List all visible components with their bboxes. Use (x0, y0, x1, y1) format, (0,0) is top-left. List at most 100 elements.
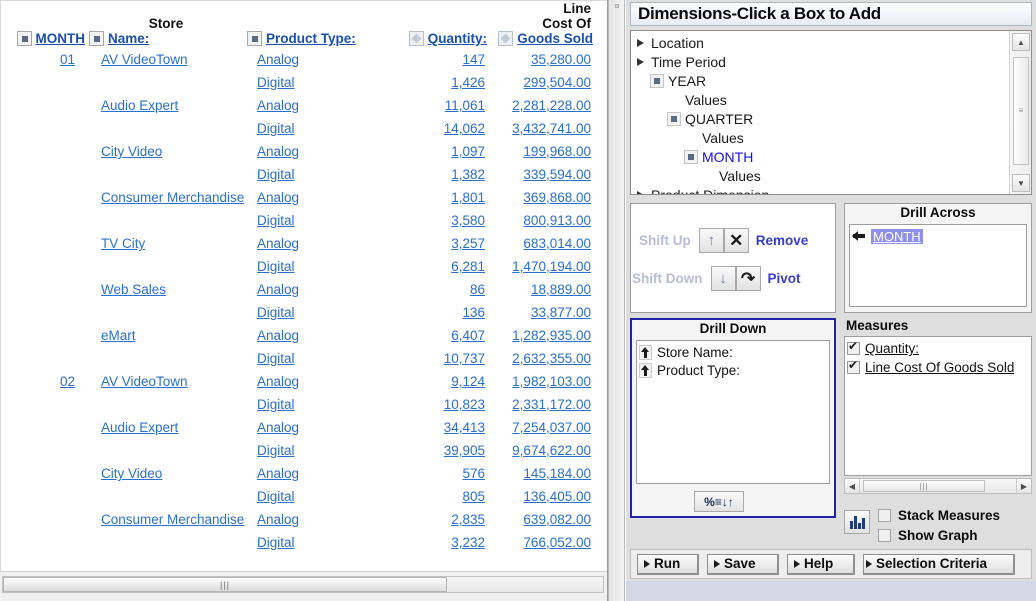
show-graph-checkbox[interactable] (878, 529, 891, 542)
measure-item[interactable]: Quantity: (847, 339, 1029, 358)
cell-quantity-link[interactable]: 39,905 (444, 443, 485, 458)
measures-horizontal-scrollbar[interactable]: ◀ ||| ▶ (844, 478, 1032, 494)
cell-product-type-link[interactable]: Analog (257, 52, 299, 67)
cell-quantity-link[interactable]: 3,257 (451, 236, 485, 251)
cell-product-type-link[interactable]: Analog (257, 190, 299, 205)
cell-store-name-link[interactable]: City Video (101, 466, 162, 481)
measure-diamond-icon[interactable] (409, 31, 424, 46)
cell-cogs-link[interactable]: 683,014.00 (523, 236, 591, 251)
dimension-box-icon[interactable] (650, 74, 664, 88)
selection-criteria-button[interactable]: Selection Criteria (863, 554, 1015, 575)
cell-store-name-link[interactable]: eMart (101, 328, 136, 343)
report-horizontal-scrollbar[interactable]: ||| (0, 571, 608, 601)
cell-cogs-link[interactable]: 369,868.00 (523, 190, 591, 205)
show-graph-row[interactable]: Show Graph (878, 528, 978, 543)
scroll-down-icon[interactable]: ▼ (1012, 174, 1030, 192)
bar-chart-icon[interactable] (844, 510, 870, 534)
pivot-icon[interactable]: ↷ (736, 266, 761, 291)
cell-cogs-link[interactable]: 3,432,741.00 (512, 121, 591, 136)
splitter-grip[interactable] (615, 4, 619, 8)
cell-product-type-link[interactable]: Analog (257, 282, 299, 297)
cell-cogs-link[interactable]: 7,254,037.00 (512, 420, 591, 435)
cell-store-name-link[interactable]: City Video (101, 144, 162, 159)
cell-cogs-link[interactable]: 18,889.00 (531, 282, 591, 297)
cell-quantity-link[interactable]: 11,061 (445, 98, 485, 113)
dimension-box-icon[interactable] (89, 31, 104, 46)
pane-splitter[interactable] (608, 0, 625, 601)
cell-store-name-link[interactable]: Consumer Merchandise (101, 512, 244, 527)
cell-quantity-link[interactable]: 9,124 (451, 374, 485, 389)
dimension-tree-item[interactable]: YEAR (633, 71, 1009, 90)
cell-month-link[interactable]: 01 (60, 52, 75, 67)
measure-item[interactable]: Line Cost Of Goods Sold (847, 358, 1029, 377)
dimensions-vertical-scrollbar[interactable]: ▲ ≡ ▼ (1009, 31, 1031, 194)
triangle-right-icon[interactable] (633, 188, 647, 196)
stack-measures-checkbox[interactable] (878, 509, 891, 522)
measure-diamond-icon[interactable] (498, 31, 513, 46)
cell-cogs-link[interactable]: 9,674,622.00 (512, 443, 591, 458)
cell-cogs-link[interactable]: 299,504.00 (523, 75, 591, 90)
cell-quantity-link[interactable]: 2,835 (451, 512, 485, 527)
cell-cogs-link[interactable]: 35,280.00 (531, 52, 591, 67)
cell-quantity-link[interactable]: 1,382 (451, 167, 485, 182)
dimension-tree-item[interactable]: Values (633, 128, 1009, 147)
scrollbar-thumb[interactable]: ||| (863, 480, 985, 492)
arrow-up-icon[interactable] (639, 345, 652, 360)
drill-down-list[interactable]: Store Name:Product Type: (636, 340, 830, 484)
cell-quantity-link[interactable]: 3,580 (451, 213, 485, 228)
shift-down-button[interactable]: ↓ (711, 266, 736, 291)
cell-product-type-link[interactable]: Digital (257, 167, 295, 182)
help-button[interactable]: Help (787, 554, 855, 575)
cell-product-type-link[interactable]: Digital (257, 489, 295, 504)
cell-quantity-link[interactable]: 1,426 (451, 75, 485, 90)
dimension-box-icon[interactable] (17, 31, 32, 46)
cell-product-type-link[interactable]: Digital (257, 305, 295, 320)
dimension-tree-item[interactable]: Location (633, 33, 1009, 52)
scroll-up-icon[interactable]: ▲ (1012, 33, 1030, 51)
cell-cogs-link[interactable]: 199,968.00 (523, 144, 591, 159)
cell-quantity-link[interactable]: 1,097 (451, 144, 485, 159)
measure-checkbox[interactable] (847, 342, 860, 355)
scroll-left-icon[interactable]: ◀ (845, 479, 860, 493)
cell-cogs-link[interactable]: 339,594.00 (523, 167, 591, 182)
dimension-tree-item[interactable]: QUARTER (633, 109, 1009, 128)
remove-label[interactable]: Remove (756, 233, 809, 248)
cell-product-type-link[interactable]: Digital (257, 535, 295, 550)
run-button[interactable]: Run (637, 554, 699, 575)
cell-quantity-link[interactable]: 6,281 (451, 259, 485, 274)
dimension-tree-item[interactable]: Time Period (633, 52, 1009, 71)
cell-quantity-link[interactable]: 805 (462, 489, 485, 504)
cell-product-type-link[interactable]: Digital (257, 443, 295, 458)
measures-list[interactable]: Quantity:Line Cost Of Goods Sold (844, 336, 1032, 476)
drill-across-list[interactable]: MONTH (849, 224, 1027, 307)
dimension-box-icon[interactable] (684, 150, 698, 164)
dimension-box-icon[interactable] (667, 112, 681, 126)
remove-icon[interactable]: ✕ (724, 228, 749, 253)
dimension-tree-item[interactable]: Product Dimension (633, 185, 1009, 195)
cell-cogs-link[interactable]: 766,052.00 (523, 535, 591, 550)
dimension-tree-item[interactable]: Values (633, 90, 1009, 109)
arrow-up-icon[interactable] (639, 363, 652, 378)
scrollbar-thumb[interactable]: ≡ (1013, 57, 1029, 165)
cell-quantity-link[interactable]: 34,413 (444, 420, 485, 435)
cell-store-name-link[interactable]: Consumer Merchandise (101, 190, 244, 205)
cell-product-type-link[interactable]: Digital (257, 351, 295, 366)
scrollbar-track[interactable]: ||| (2, 576, 604, 593)
cell-product-type-link[interactable]: Digital (257, 121, 295, 136)
cell-product-type-link[interactable]: Analog (257, 144, 299, 159)
dimension-tree-item[interactable]: Values (633, 166, 1009, 185)
cell-cogs-link[interactable]: 2,281,228.00 (512, 98, 591, 113)
cell-store-name-link[interactable]: AV VideoTown (101, 52, 188, 67)
cell-quantity-link[interactable]: 1,801 (451, 190, 485, 205)
cell-cogs-link[interactable]: 136,405.00 (523, 489, 591, 504)
cell-product-type-link[interactable]: Digital (257, 259, 295, 274)
cell-cogs-link[interactable]: 145,184.00 (523, 466, 591, 481)
scroll-right-icon[interactable]: ▶ (1016, 479, 1031, 493)
cell-quantity-link[interactable]: 6,407 (451, 328, 485, 343)
cell-cogs-link[interactable]: 2,632,355.00 (512, 351, 591, 366)
column-header-product-type-label[interactable]: Product Type: (266, 31, 356, 46)
cell-cogs-link[interactable]: 2,331,172.00 (512, 397, 591, 412)
cell-quantity-link[interactable]: 10,737 (444, 351, 485, 366)
cell-cogs-link[interactable]: 1,470,194.00 (512, 259, 591, 274)
measure-checkbox[interactable] (847, 361, 860, 374)
